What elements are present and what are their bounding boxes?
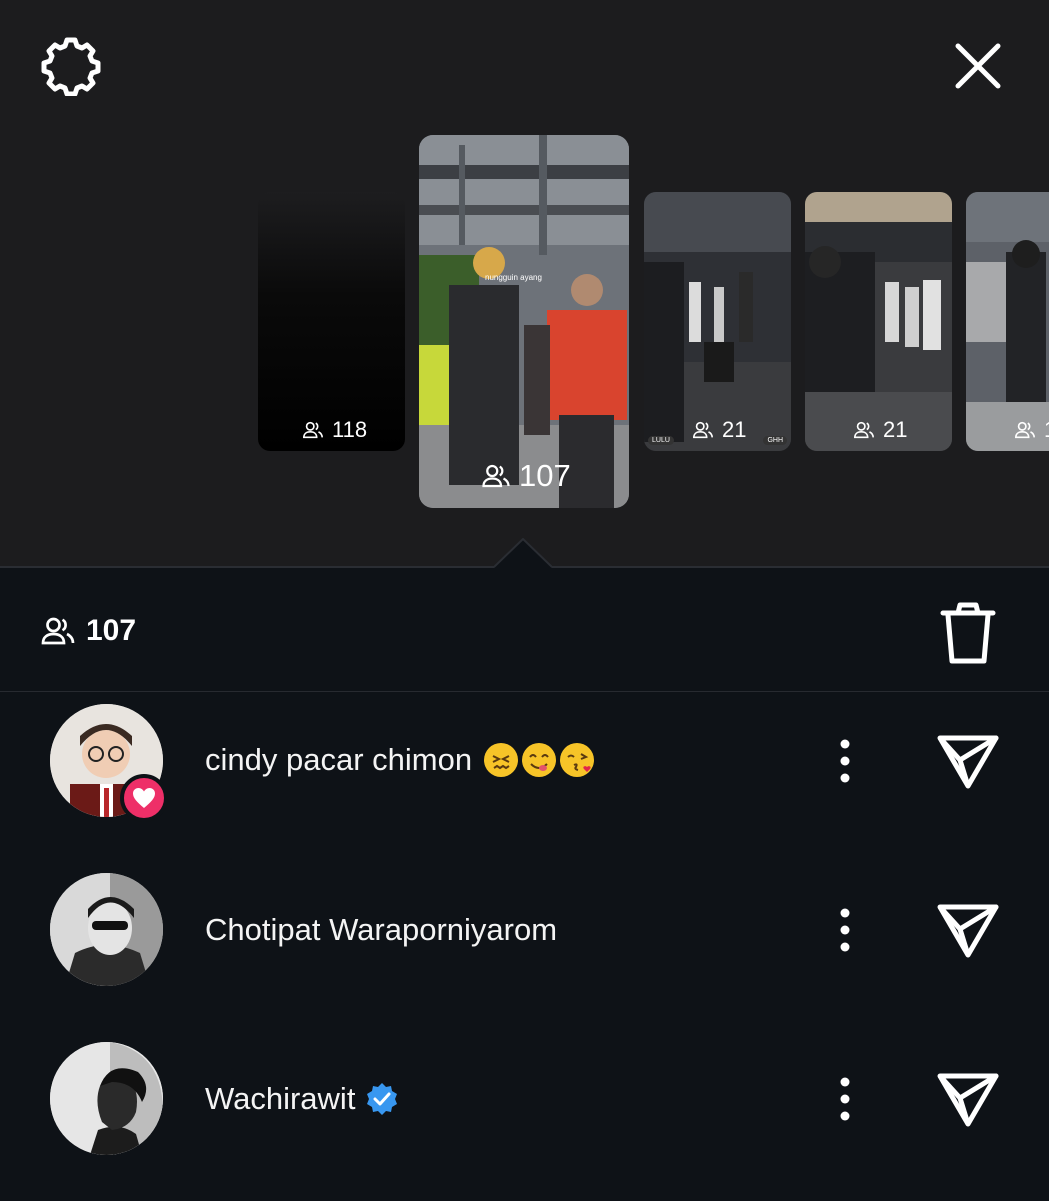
more-options-button[interactable]: [828, 1076, 862, 1122]
avatar-image: [50, 1042, 163, 1155]
story-view-count: 21: [853, 417, 907, 443]
story-thumbnail-selected[interactable]: nungguin ayang 107: [419, 135, 629, 508]
send-icon: [937, 1073, 999, 1127]
story-view-count: 1: [1014, 417, 1049, 443]
story-view-count: 118: [302, 417, 367, 443]
story-image: [805, 192, 952, 451]
story-thumbnail[interactable]: 1: [966, 192, 1049, 451]
more-vertical-icon: [840, 1077, 850, 1121]
close-button[interactable]: [948, 36, 1008, 96]
story-caption: nungguin ayang: [485, 273, 542, 282]
savoring-food-face-icon: [522, 743, 557, 777]
more-vertical-icon: [840, 908, 850, 952]
story-view-count: 21: [692, 417, 746, 443]
viewer-name[interactable]: Chotipat Waraporniyarom: [205, 912, 557, 948]
heart-icon: [133, 788, 155, 808]
viewer-row[interactable]: cindy pacar chimon: [0, 692, 1049, 862]
liked-badge: [120, 774, 168, 822]
viewer-row[interactable]: Wachirawit: [0, 1031, 1049, 1201]
viewers-icon: [482, 464, 510, 488]
story-thumbnail[interactable]: 118: [258, 192, 405, 451]
story-view-count: 107: [481, 458, 571, 494]
story-image: [966, 192, 1049, 451]
send-message-button[interactable]: [936, 901, 1000, 959]
send-message-button[interactable]: [936, 732, 1000, 790]
more-options-button[interactable]: [828, 907, 862, 953]
close-icon: [955, 43, 1001, 89]
verified-badge-icon: [365, 1082, 399, 1116]
avatar[interactable]: [50, 1042, 163, 1155]
send-icon: [937, 904, 999, 958]
avatar-image: [50, 873, 163, 986]
viewer-name[interactable]: Wachirawit: [205, 1081, 399, 1117]
story-tag: LULU: [648, 436, 674, 445]
more-options-button[interactable]: [828, 738, 862, 784]
avatar[interactable]: [50, 873, 163, 986]
gear-icon: [41, 37, 101, 96]
settings-button[interactable]: [40, 34, 102, 96]
viewers-icon: [693, 421, 713, 439]
story-thumbnail[interactable]: 21: [805, 192, 952, 451]
delete-story-button[interactable]: [938, 601, 998, 667]
more-vertical-icon: [840, 739, 850, 783]
send-icon: [937, 735, 999, 789]
story-image: [644, 192, 791, 451]
viewer-summary-bar: 107: [0, 568, 1049, 692]
viewer-row[interactable]: Chotipat Waraporniyarom: [0, 862, 1049, 1032]
send-message-button[interactable]: [936, 1070, 1000, 1128]
story-image: [419, 135, 629, 508]
confounded-face-icon: [484, 743, 519, 777]
viewers-icon: [303, 421, 323, 439]
viewer-count: 107: [40, 613, 136, 649]
viewers-icon: [1015, 421, 1035, 439]
selected-story-pointer: [494, 538, 552, 568]
viewer-name[interactable]: cindy pacar chimon: [205, 742, 595, 778]
viewers-icon: [854, 421, 874, 439]
face-blowing-kiss-icon: [560, 743, 595, 777]
story-thumbnail[interactable]: LULU GHH 21: [644, 192, 791, 451]
story-tag: GHH: [763, 436, 787, 445]
trash-icon: [940, 602, 996, 664]
viewers-icon: [41, 617, 75, 645]
